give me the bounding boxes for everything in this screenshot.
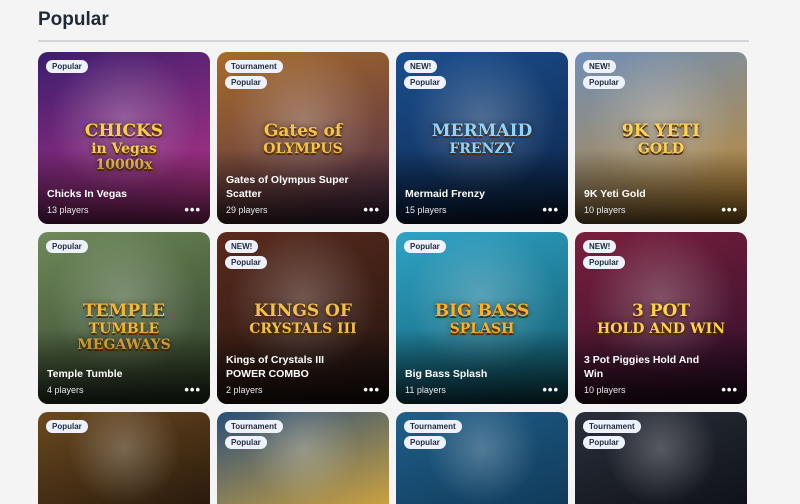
game-name: Kings of Crystals III POWER COMBO	[226, 354, 325, 380]
status-badge: Tournament	[225, 420, 283, 433]
game-card[interactable]: MERMAIDFRENZYNEW!PopularMermaid Frenzy15…	[396, 52, 568, 224]
status-badge: Tournament	[404, 420, 462, 433]
more-options-icon[interactable]: •••	[721, 203, 738, 216]
player-count: 4 players	[47, 385, 84, 395]
game-logo-line: 3 POT	[632, 301, 690, 321]
game-card[interactable]: BIG BASSSPLASHPopularBig Bass Splash11 p…	[396, 232, 568, 404]
status-badge: Popular	[225, 76, 267, 89]
player-count: 13 players	[47, 205, 89, 215]
badge-group: Popular	[46, 240, 88, 253]
player-count: 10 players	[584, 385, 626, 395]
status-badge: Popular	[46, 420, 88, 433]
game-logo-line: TEMPLE	[82, 301, 166, 321]
more-options-icon[interactable]: •••	[542, 383, 559, 396]
status-badge: NEW!	[404, 60, 438, 73]
game-logo-line: CHICKS	[84, 121, 164, 141]
game-logo-line: BIG BASS	[434, 301, 530, 321]
status-badge: NEW!	[583, 60, 617, 73]
more-options-icon[interactable]: •••	[184, 203, 201, 216]
status-badge: Tournament	[225, 60, 283, 73]
game-grid: CHICKSin Vegas10000xPopularChicks In Veg…	[38, 52, 749, 504]
more-options-icon[interactable]: •••	[363, 203, 380, 216]
game-card[interactable]: Popular	[38, 412, 210, 504]
game-card[interactable]: Gates ofOLYMPUSTournamentPopularGates of…	[217, 52, 389, 224]
more-options-icon[interactable]: •••	[721, 383, 738, 396]
game-logo-line: 9K YETI	[621, 121, 701, 141]
game-card[interactable]: CHICKSin Vegas10000xPopularChicks In Veg…	[38, 52, 210, 224]
badge-group: NEW! Popular	[225, 240, 267, 269]
more-options-icon[interactable]: •••	[184, 383, 201, 396]
game-card[interactable]: Tournament Popular	[396, 412, 568, 504]
status-badge: Popular	[583, 76, 625, 89]
game-card[interactable]: TEMPLETUMBLEMEGAWAYSPopularTemple Tumble…	[38, 232, 210, 404]
game-card[interactable]: Tournament Popular	[575, 412, 747, 504]
badge-group: Tournament Popular	[404, 420, 462, 449]
status-badge: Tournament	[583, 420, 641, 433]
badge-group: NEW! Popular	[583, 240, 625, 269]
game-card[interactable]: 9K YETIGOLDNEW!Popular9K Yeti Gold10 pla…	[575, 52, 747, 224]
status-badge: Popular	[46, 240, 88, 253]
badge-group: Tournament Popular	[225, 420, 283, 449]
game-card[interactable]: 3 POTHOLD AND WINNEW!Popular3 Pot Piggie…	[575, 232, 747, 404]
more-options-icon[interactable]: •••	[363, 383, 380, 396]
status-badge: NEW!	[225, 240, 259, 253]
game-name: Gates of Olympus Super Scatter	[226, 174, 349, 200]
badge-group: Tournament Popular	[225, 60, 283, 89]
game-name: 3 Pot Piggies Hold And Win	[584, 354, 700, 380]
badge-group: NEW! Popular	[583, 60, 625, 89]
status-badge: Popular	[404, 240, 446, 253]
section-divider	[38, 40, 749, 42]
badge-group: Popular	[46, 420, 88, 433]
game-name: Big Bass Splash	[405, 368, 488, 380]
player-count: 2 players	[226, 385, 263, 395]
game-name: 9K Yeti Gold	[584, 188, 646, 200]
game-name: Temple Tumble	[47, 368, 123, 380]
status-badge: Popular	[404, 76, 446, 89]
game-name: Mermaid Frenzy	[405, 188, 485, 200]
status-badge: Popular	[583, 256, 625, 269]
game-card[interactable]: Tournament Popular	[217, 412, 389, 504]
badge-group: NEW! Popular	[404, 60, 446, 89]
player-count: 29 players	[226, 205, 268, 215]
section-title: Popular	[38, 9, 109, 30]
game-logo-line: MERMAID	[431, 121, 533, 141]
badge-group: Popular	[46, 60, 88, 73]
status-badge: NEW!	[583, 240, 617, 253]
badge-group: Popular	[404, 240, 446, 253]
status-badge: Popular	[225, 436, 267, 449]
player-count: 15 players	[405, 205, 447, 215]
status-badge: Popular	[404, 436, 446, 449]
status-badge: Popular	[225, 256, 267, 269]
player-count: 10 players	[584, 205, 626, 215]
more-options-icon[interactable]: •••	[542, 203, 559, 216]
game-name: Chicks In Vegas	[47, 188, 127, 200]
status-badge: Popular	[46, 60, 88, 73]
game-logo-line: Gates of	[263, 121, 343, 141]
status-badge: Popular	[583, 436, 625, 449]
badge-group: Tournament Popular	[583, 420, 641, 449]
game-card[interactable]: KINGS OFCRYSTALS IIINEW!PopularKings of …	[217, 232, 389, 404]
game-logo-line: KINGS OF	[254, 301, 352, 321]
player-count: 11 players	[405, 385, 446, 395]
